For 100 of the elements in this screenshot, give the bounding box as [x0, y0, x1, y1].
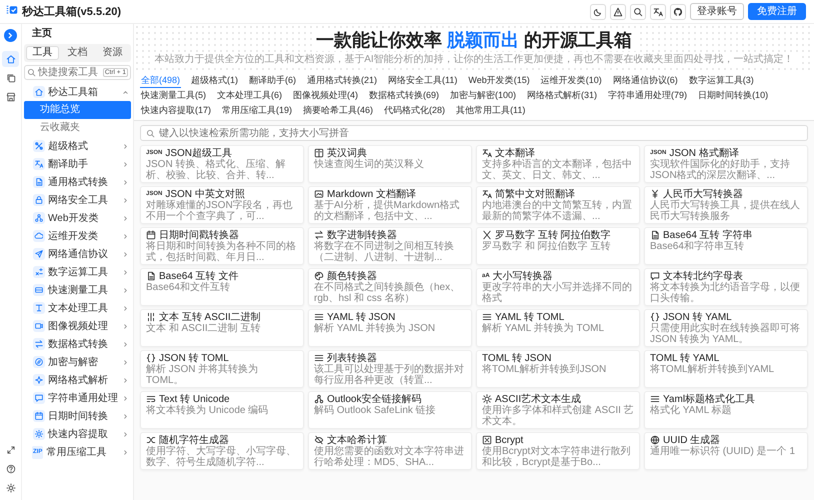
category-tab[interactable]: 快速测量工具(5)	[140, 88, 207, 103]
tab[interactable]: 文档	[61, 46, 94, 60]
tool-card[interactable]: JSON 转 YAML 只需使用此实时在线转换器即可将 JSON 转换为 YAML。	[644, 309, 808, 347]
category-tab[interactable]: 代码格式化(28)	[383, 103, 446, 118]
menu-item[interactable]: 网络格式解析	[24, 371, 131, 389]
card-title: Markdown 文档翻译	[327, 188, 416, 200]
tool-card[interactable]: 日期时间戳转换器 将日期和时间转换为各种不同的格式，包括时间戳、年月日...	[140, 227, 304, 265]
card-description: 解析 JSON 并将其转换为 TOML。	[146, 364, 260, 386]
menu-item[interactable]: 云收藏夹	[24, 119, 131, 137]
category-tab[interactable]: 全部(498)	[140, 73, 182, 88]
card-description: 解析 YAML 并转换为 TOML	[482, 323, 606, 334]
category-tab[interactable]: 运维开发类(10)	[540, 73, 603, 88]
card-description: 将文本转换为北约语音字母，以便口头传输。	[650, 282, 801, 304]
category-tab[interactable]: 快速内容提取(17)	[140, 103, 212, 118]
app-title: 秒达工具箱(v5.5.20)	[22, 4, 122, 19]
tool-card[interactable]: Base64 互转 字符串 Base64和字符串互转	[644, 227, 808, 265]
menu-item[interactable]: 通用格式转换	[24, 173, 131, 191]
menu-item[interactable]: 图像视频处理	[24, 317, 131, 335]
tool-card[interactable]: Bcrypt 使用Bcrypt对文本字符串进行散列和比较，Bcrypt是基于Bo...	[476, 432, 640, 470]
category-tab[interactable]: 网络格式解析(31)	[526, 88, 598, 103]
menu-item[interactable]: 功能总览	[24, 101, 131, 119]
menu-item[interactable]: Web开发类	[24, 209, 131, 227]
braces-icon	[146, 353, 156, 363]
search-icon	[633, 6, 643, 16]
menu-label: 超级格式	[48, 140, 89, 153]
tool-card[interactable]: 简繁中文对照翻译 内地港澳台的中文简繁互转，内置最新的简繁字体不遗漏、...	[476, 186, 640, 224]
category-tab[interactable]: 超级格式(1)	[190, 73, 240, 88]
tool-card[interactable]: 颜色转换器 在不同格式之间转换颜色（hex、rgb、hsl 和 css 名称）	[308, 268, 472, 306]
login-button[interactable]: 登录账号	[690, 3, 744, 20]
tab[interactable]: 资源	[96, 46, 129, 60]
tab[interactable]: 工具	[26, 46, 59, 60]
store-icon	[6, 92, 16, 102]
category-tab[interactable]: 数字运算工具(3)	[688, 73, 755, 88]
tool-card[interactable]: 文本哈希计算 使用您需要的函数对文本字符串进行哈希处理：MD5、SHA...	[308, 432, 472, 470]
tool-card[interactable]: 文本转北约字母表 将文本转换为北约语音字母，以便口头传输。	[644, 268, 808, 306]
tool-card[interactable]: Markdown 文档翻译 基于AI分析，提供Markdown格式的文档翻译，包括中文、...	[308, 186, 472, 224]
search-input[interactable]: 快捷搜索工具	[38, 67, 101, 78]
category-tab[interactable]: 数据格式转换(69)	[368, 88, 440, 103]
menu-item[interactable]: 翻译助手	[24, 155, 131, 173]
tool-card[interactable]: 随机字符生成器 使用字符、大写字母、小写字母、数字、符号生成随机字符...	[140, 432, 304, 470]
tool-card[interactable]: 英汉词典 快速查阅生词的英汉释义	[308, 145, 472, 183]
category-tab[interactable]: Web开发类(15)	[467, 73, 531, 88]
yen-icon	[650, 189, 660, 199]
menu-item[interactable]: 加密与解密	[24, 353, 131, 371]
moon-button[interactable]	[590, 4, 606, 20]
category-tab[interactable]: 常用压缩工具(19)	[221, 103, 294, 118]
menu-item[interactable]: 运维开发类	[24, 227, 131, 245]
category-tab[interactable]: 其他常用工具(11)	[455, 103, 526, 118]
home-button[interactable]	[2, 51, 19, 67]
category-tab[interactable]: 网络安全工具(11)	[387, 73, 458, 88]
menu-item[interactable]: 快速测量工具	[24, 281, 131, 299]
tool-card[interactable]: Base64 互转 文件 Base64和文件互转	[140, 268, 304, 306]
category-tab[interactable]: 图像视频处理(4)	[292, 88, 359, 103]
card-title: YAML 转 JSON	[327, 311, 396, 323]
menu-item[interactable]: 文本处理工具	[24, 299, 131, 317]
menu-item[interactable]: 字符串通用处理	[24, 389, 131, 407]
menu-item[interactable]: 网络通信协议	[24, 245, 131, 263]
warning-button[interactable]	[610, 4, 626, 20]
tool-card[interactable]: 数字进制转换器 将数字在不同进制之间相互转换（二进制、八进制、十进制...	[308, 227, 472, 265]
tool-card[interactable]: Outlook安全链接解码 解码 Outlook SafeLink 链接	[308, 391, 472, 429]
tool-card[interactable]: JSON 转 TOML 解析 JSON 并将其转换为 TOML。	[140, 350, 304, 388]
card-title: 列表转换器	[327, 352, 377, 364]
category-tab[interactable]: 加密与解密(100)	[449, 88, 518, 103]
register-button[interactable]: 免费注册	[748, 3, 806, 20]
menu-item[interactable]: 数字运算工具	[24, 263, 131, 281]
search-button[interactable]	[630, 4, 646, 20]
category-tab[interactable]: 通用格式转换(21)	[306, 73, 378, 88]
tool-card[interactable]: 人民币大写转换器 人民币大写转换工具，提供在线人民币大写转换服务	[644, 186, 808, 224]
tool-card[interactable]: YAML 转 JSON 解析 YAML 并转换为 JSON	[308, 309, 472, 347]
menu-item[interactable]: 数据格式转换	[24, 335, 131, 353]
tool-card[interactable]: TOML 转 JSON 将TOML解析并转换到JSON	[476, 350, 640, 388]
tool-card[interactable]: YAML 转 TOML 解析 YAML 并转换为 TOML	[476, 309, 640, 347]
translate-button[interactable]	[650, 4, 666, 20]
tool-card[interactable]: 罗马数字 互转 阿拉伯数字 罗马数字 和 阿拉伯数字 互转	[476, 227, 640, 265]
category-tab[interactable]: 摘要哈希工具(46)	[302, 103, 374, 118]
category-tab[interactable]: 文本处理工具(6)	[216, 88, 283, 103]
menu-item[interactable]: 网络安全工具	[24, 191, 131, 209]
github-button[interactable]	[670, 4, 686, 20]
menu-item[interactable]: 快速内容提取	[24, 425, 131, 443]
menu-item[interactable]: 超级格式	[24, 137, 131, 155]
category-tab[interactable]: 日期时间转换(10)	[697, 88, 770, 103]
moon-icon	[593, 6, 603, 16]
tool-card[interactable]: 文本 互转 ASCII二进制 文本 和 ASCII二进制 互转	[140, 309, 304, 347]
swap-icon	[314, 230, 324, 240]
shuffle-icon	[146, 435, 156, 445]
tool-card[interactable]: TOML 转 YAML 将TOML解析并转换到YAML	[644, 350, 808, 388]
globe-icon	[650, 435, 660, 445]
card-description: 内地港澳台的中文简繁互转，内置最新的简繁字体不遗漏、...	[482, 200, 633, 222]
tool-card[interactable]: UUID 生成器 通用唯一标识符 (UUID) 是一个 1	[644, 432, 808, 470]
tool-card[interactable]: Text 转 Unicode 将文本转换为 Unicode 编码	[140, 391, 304, 429]
card-title: TOML 转 JSON	[482, 352, 552, 364]
tool-card[interactable]: Yaml标题格式化工具 格式化 YAML 标题	[644, 391, 808, 429]
category-tab[interactable]: 网络通信协议(6)	[612, 73, 679, 88]
tool-card[interactable]: ASCII艺术文本生成 使用许多字体和样式创建 ASCII 艺术文本。	[476, 391, 640, 429]
menu-item[interactable]: 秒达工具箱	[24, 83, 131, 101]
tool-card[interactable]: 列表转换器 该工具可以处理基于列的数据并对每行应用各种更改（转置...	[308, 350, 472, 388]
category-tab[interactable]: 字符串通用处理(79)	[607, 88, 688, 103]
menu-item[interactable]: 日期时间转换	[24, 407, 131, 425]
category-tab[interactable]: 翻译助手(6)	[248, 73, 298, 88]
tool-card[interactable]: 文本翻译 支持多种语言的文本翻译，包括中文、英文、日文、韩文、...	[476, 145, 640, 183]
